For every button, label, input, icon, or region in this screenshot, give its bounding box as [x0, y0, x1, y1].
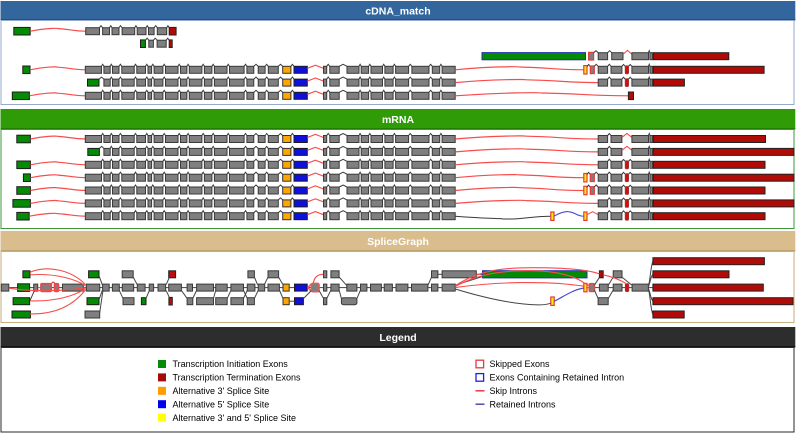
- svg-text:Transcription Termination Exon: Transcription Termination Exons: [173, 373, 302, 383]
- svg-text:Retained Introns: Retained Introns: [490, 399, 557, 409]
- svg-text:Alternative 5' Splice Site: Alternative 5' Splice Site: [173, 399, 270, 409]
- svg-text:Alternative 3' Splice Site: Alternative 3' Splice Site: [173, 386, 270, 396]
- svg-text:Alternative 3' and 5' Splice S: Alternative 3' and 5' Splice Site: [173, 413, 297, 423]
- svg-text:Transcription Initiation Exons: Transcription Initiation Exons: [173, 359, 289, 369]
- svg-text:SpliceGraph: SpliceGraph: [367, 236, 429, 248]
- svg-text:mRNA: mRNA: [382, 114, 415, 126]
- svg-text:Skip Introns: Skip Introns: [490, 386, 538, 396]
- svg-text:Skipped Exons: Skipped Exons: [490, 359, 551, 369]
- svg-text:cDNA_match: cDNA_match: [365, 6, 430, 18]
- svg-text:Exons Containing Retained Intr: Exons Containing Retained Intron: [490, 373, 625, 383]
- svg-text:Legend: Legend: [379, 332, 416, 344]
